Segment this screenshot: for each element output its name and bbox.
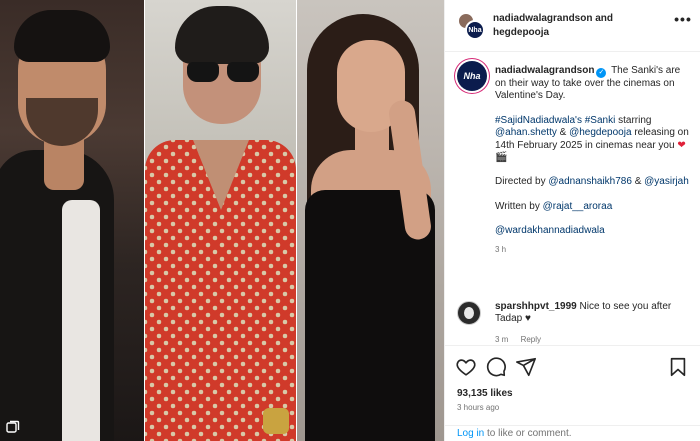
photo-beard [26,98,98,146]
post-header: Nha nadiadwalagrandson and hegdepooja ••… [445,0,700,52]
heart-emoji-icon: ❤ [677,139,686,151]
post-actions: 93,135 likes 3 hours ago Log in to like … [445,345,700,441]
caption-timestamp[interactable]: 3 h [495,244,691,256]
mention-link[interactable]: @yasirjah [644,176,689,187]
photo-panel-director [145,0,296,441]
share-icon[interactable] [515,356,537,378]
photo-lens-right [227,62,259,82]
photo-sunglasses [185,62,261,84]
photo-panel-actor [0,0,144,441]
comment-timestamp[interactable]: 3 m [495,335,508,344]
more-options-button[interactable]: ••• [673,12,693,30]
post-caption: nadiadwalagrandson ✓ The Sanki's are on t… [495,65,691,256]
comment-item: sparshhpvt_1999 Nice to see you after Ta… [457,299,693,345]
avatar-nadiadwalagrandson[interactable]: Nha [465,20,485,40]
caption-word: Written by [495,200,540,212]
bookmark-icon[interactable] [667,356,689,378]
comment-icon[interactable] [485,356,507,378]
photo-lens-left [187,62,219,82]
collab-avatars[interactable]: Nha [457,12,485,40]
photo-panel-actress [297,0,444,441]
hashtag-link[interactable]: #SajidNadiadwala's [495,115,582,126]
carousel-icon [6,420,20,433]
heart-icon[interactable] [455,356,477,378]
collab-usernames[interactable]: nadiadwalagrandson and hegdepooja [493,12,653,40]
comment-body: sparshhpvt_1999 Nice to see you after Ta… [495,301,691,326]
photo-hair [175,6,269,64]
mention-link[interactable]: @hegdepooja [569,127,631,138]
mention-link[interactable]: @ahan.shetty [495,127,557,138]
caption-word: & [559,127,567,139]
post-sidebar: Nha nadiadwalagrandson and hegdepooja ••… [444,0,700,441]
mention-link[interactable]: @wardakhannadiadwala [495,225,605,236]
photo-shirt [62,200,100,441]
caption-username[interactable]: nadiadwalagrandson [495,65,594,76]
verified-badge-icon: ✓ [596,68,607,78]
clapper-emoji-icon: 🎬 [495,152,508,164]
instagram-post-frame: Nha nadiadwalagrandson and hegdepooja ••… [0,0,700,441]
commenter-avatar[interactable] [457,301,481,325]
caption-word: Directed by [495,176,546,188]
caption-avatar[interactable]: Nha [457,61,487,91]
comment-meta: 3 m Reply [495,335,551,344]
login-link[interactable]: Log in [457,428,484,439]
mention-link[interactable]: @adnanshaikh786 [548,176,632,187]
caption-word: & [634,176,642,188]
reply-button[interactable]: Reply [521,335,541,344]
mention-link[interactable]: @rajat__aroraa [543,201,613,212]
caption-word: starring [618,114,652,126]
comments-scroll-area[interactable]: Nha nadiadwalagrandson ✓ The Sanki's are … [445,53,700,345]
login-prompt-text: to like or comment. [484,428,572,439]
comment-username[interactable]: sparshhpvt_1999 [495,301,577,312]
likes-count[interactable]: 93,135 likes [457,388,513,399]
hashtag-link[interactable]: #Sanki [585,115,616,126]
post-media[interactable] [0,0,444,441]
login-prompt: Log in to like or comment. [445,425,700,441]
photo-hair [14,10,110,62]
post-timestamp[interactable]: 3 hours ago [457,403,499,412]
photo-watch [263,408,289,434]
